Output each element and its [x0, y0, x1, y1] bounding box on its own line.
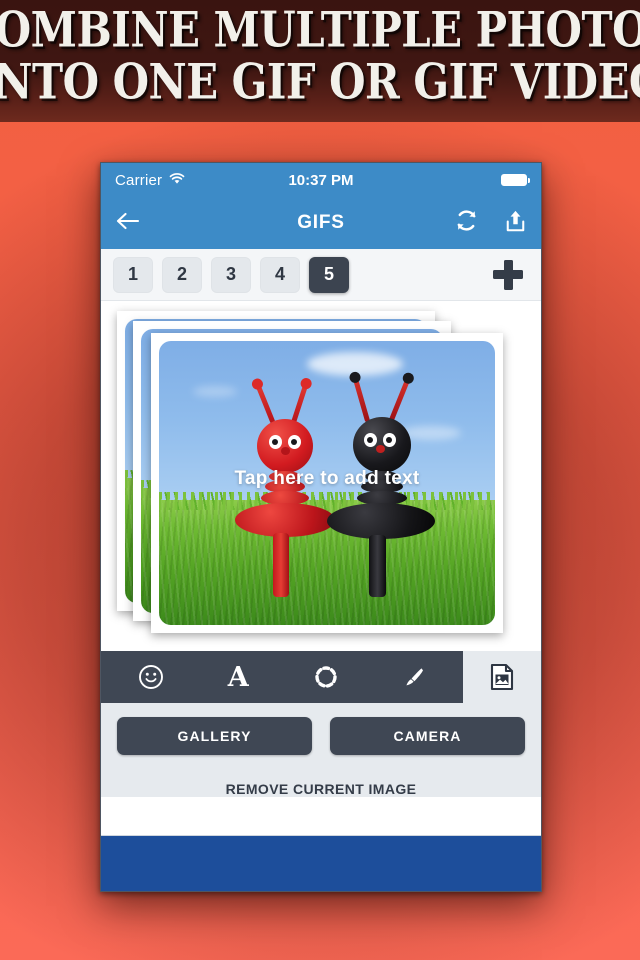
navigation-bar: GIFS	[101, 197, 541, 249]
frame-tab-1[interactable]: 1	[113, 256, 153, 293]
status-bar: Carrier 10:37 PM	[101, 163, 541, 197]
frame-icon[interactable]	[302, 657, 350, 697]
text-icon-glyph: A	[227, 661, 249, 693]
frame-tab-5[interactable]: 5	[309, 256, 349, 293]
frame-tab-2[interactable]: 2	[162, 256, 202, 293]
plus-icon[interactable]	[493, 259, 523, 290]
image-file-icon[interactable]	[463, 651, 541, 703]
photo-card-front[interactable]: Tap here to add text	[151, 333, 503, 633]
remove-current-image-button[interactable]: REMOVE CURRENT IMAGE	[117, 755, 525, 797]
promo-banner: COMBINE MULTIPLE PHOTOS INTO ONE GIF OR …	[0, 0, 640, 122]
share-upload-icon[interactable]	[504, 209, 527, 238]
wifi-icon	[169, 172, 185, 189]
camera-button[interactable]: CAMERA	[330, 717, 525, 755]
banner-line-2: INTO ONE GIF OR GIF VIDEO	[0, 53, 640, 111]
back-arrow-icon[interactable]	[115, 211, 140, 236]
edit-toolbar: A	[101, 651, 541, 703]
frame-tab-4[interactable]: 4	[260, 256, 300, 293]
text-icon[interactable]: A	[214, 657, 262, 697]
sticker-icon[interactable]	[127, 657, 175, 697]
action-panel: GALLERY CAMERA REMOVE CURRENT IMAGE	[101, 703, 541, 797]
frame-tab-strip: 1 2 3 4 5	[101, 249, 541, 301]
photo-canvas[interactable]: Tap here to add text	[101, 301, 541, 651]
gallery-button[interactable]: GALLERY	[117, 717, 312, 755]
black-ant-figure	[327, 370, 461, 603]
phone-screen: Carrier 10:37 PM GIFS 1 2 3 4 5 Tap here…	[100, 162, 542, 892]
footer-bar	[101, 835, 541, 891]
brush-icon[interactable]	[389, 657, 437, 697]
battery-full-icon	[501, 174, 531, 186]
frame-tab-3[interactable]: 3	[211, 256, 251, 293]
add-text-placeholder[interactable]: Tap here to add text	[159, 468, 495, 490]
refresh-icon[interactable]	[455, 209, 478, 237]
carrier-label: Carrier	[115, 171, 163, 189]
